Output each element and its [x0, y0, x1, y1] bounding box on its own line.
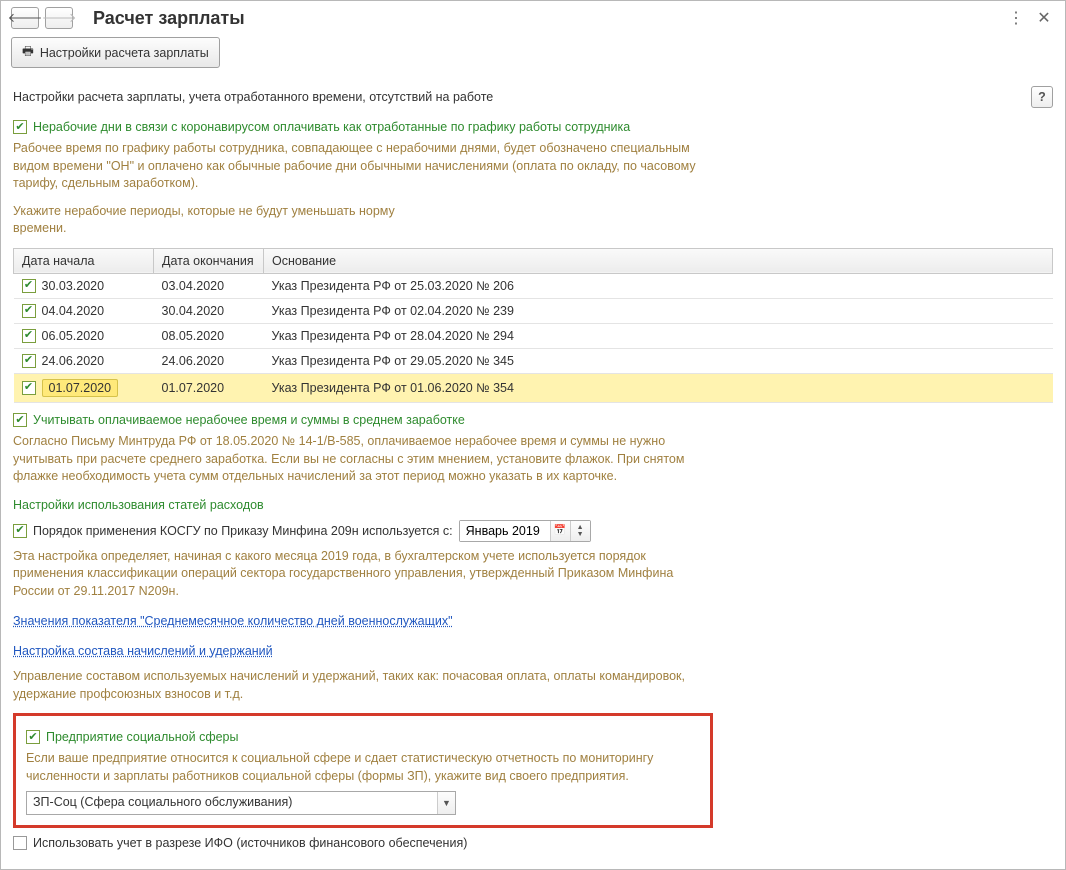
- row-checkbox[interactable]: ✔: [22, 381, 36, 395]
- printer-icon: 🖶: [22, 42, 34, 63]
- col-start-header[interactable]: Дата начала: [14, 248, 154, 273]
- link-accruals-settings[interactable]: Настройка состава начислений и удержаний: [13, 644, 273, 658]
- col-end-header[interactable]: Дата окончания: [154, 248, 264, 273]
- row-checkbox[interactable]: ✔: [22, 279, 36, 293]
- close-icon[interactable]: ✕: [1033, 7, 1055, 29]
- nav-forward-button[interactable]: 🡒: [45, 7, 73, 29]
- help-button[interactable]: ?: [1031, 86, 1053, 108]
- social-sphere-highlight: ✔ Предприятие социальной сферы Если ваше…: [13, 713, 713, 828]
- table-row[interactable]: ✔30.03.2020 03.04.2020 Указ Президента Р…: [14, 273, 1053, 299]
- table-row[interactable]: ✔04.04.2020 30.04.2020 Указ Президента Р…: [14, 299, 1053, 324]
- calendar-icon[interactable]: 📅: [550, 521, 570, 541]
- social-sphere-label: Предприятие социальной сферы: [46, 730, 239, 744]
- avg-earnings-label: Учитывать оплачиваемое нерабочее время и…: [33, 413, 465, 427]
- row-checkbox[interactable]: ✔: [22, 304, 36, 318]
- kebab-menu-icon[interactable]: ⋮: [1005, 7, 1027, 29]
- nav-back-button[interactable]: 🡐: [11, 7, 39, 29]
- table-row-selected[interactable]: ✔01.07.2020 01.07.2020 Указ Президента Р…: [14, 374, 1053, 403]
- chevron-down-icon[interactable]: ▼: [437, 792, 455, 814]
- ifo-label: Использовать учет в разрезе ИФО (источни…: [33, 836, 467, 850]
- periods-table: Дата начала Дата окончания Основание ✔30…: [13, 248, 1053, 404]
- print-settings-label: Настройки расчета зарплаты: [40, 46, 209, 60]
- social-sphere-select[interactable]: ЗП-Соц (Сфера социального обслуживания) …: [26, 791, 456, 815]
- subtitle: Настройки расчета зарплаты, учета отрабо…: [13, 90, 1031, 104]
- print-settings-button[interactable]: 🖶 Настройки расчета зарплаты: [11, 37, 220, 68]
- avg-earnings-checkbox[interactable]: ✔: [13, 413, 27, 427]
- social-sphere-checkbox[interactable]: ✔: [26, 730, 40, 744]
- covid-days-label: Нерабочие дни в связи с коронавирусом оп…: [33, 120, 630, 134]
- social-sphere-select-value: ЗП-Соц (Сфера социального обслуживания): [27, 792, 437, 814]
- kosgu-note: Эта настройка определяет, начиная с како…: [13, 548, 713, 601]
- table-row[interactable]: ✔06.05.2020 08.05.2020 Указ Президента Р…: [14, 324, 1053, 349]
- social-sphere-note: Если ваше предприятие относится к социал…: [26, 750, 700, 785]
- periods-note: Укажите нерабочие периоды, которые не бу…: [13, 203, 433, 238]
- table-row[interactable]: ✔24.06.2020 24.06.2020 Указ Президента Р…: [14, 349, 1053, 374]
- kosgu-date-field[interactable]: 📅 ▲▼: [459, 520, 591, 542]
- kosgu-label: Порядок применения КОСГУ по Приказу Минф…: [33, 524, 453, 538]
- kosgu-checkbox[interactable]: ✔: [13, 524, 27, 538]
- ifo-checkbox[interactable]: ✔: [13, 836, 27, 850]
- spinner-icon[interactable]: ▲▼: [570, 521, 590, 541]
- expense-section-header: Настройки использования статей расходов: [13, 498, 1053, 512]
- kosgu-date-input[interactable]: [460, 521, 550, 541]
- row-checkbox[interactable]: ✔: [22, 354, 36, 368]
- link-accruals-note: Управление составом используемых начисле…: [13, 668, 713, 703]
- avg-earnings-note: Согласно Письму Минтруда РФ от 18.05.202…: [13, 433, 713, 486]
- page-title: Расчет зарплаты: [93, 8, 999, 29]
- row-checkbox[interactable]: ✔: [22, 329, 36, 343]
- covid-note: Рабочее время по графику работы сотрудни…: [13, 140, 713, 193]
- link-mil-days[interactable]: Значения показателя "Среднемесячное коли…: [13, 614, 453, 628]
- col-base-header[interactable]: Основание: [264, 248, 1053, 273]
- covid-days-checkbox[interactable]: ✔: [13, 120, 27, 134]
